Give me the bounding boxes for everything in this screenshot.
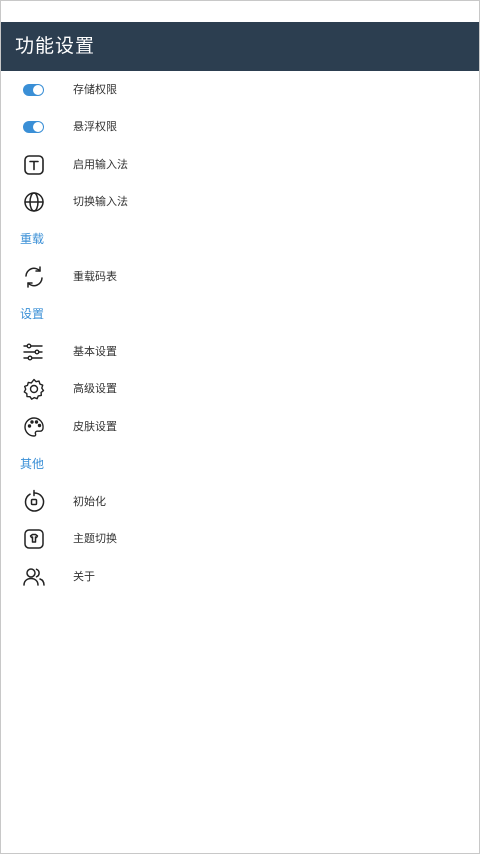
page-title: 功能设置 (15, 35, 96, 57)
users-icon (21, 564, 47, 590)
theme-switch-row[interactable]: 主题切换 (1, 520, 479, 557)
enable-ime-row[interactable]: 启用输入法 (1, 146, 479, 183)
app-bar: 功能设置 (1, 22, 479, 71)
skin-settings-row[interactable]: 皮肤设置 (1, 408, 479, 445)
shirt-icon (21, 526, 47, 552)
advanced-settings-row[interactable]: 高级设置 (1, 370, 479, 407)
reset-icon (21, 489, 47, 515)
basic-settings-label: 基本设置 (73, 345, 117, 358)
enable-ime-label: 启用输入法 (73, 158, 128, 171)
overlay-permission-row[interactable]: 悬浮权限 (1, 108, 479, 145)
other-section-header: 其他 (20, 457, 45, 471)
text-box-icon (21, 152, 47, 178)
storage-permission-toggle[interactable] (23, 84, 44, 96)
about-row[interactable]: 关于 (1, 558, 479, 595)
reload-section-header: 重载 (20, 232, 45, 246)
refresh-icon (21, 264, 47, 290)
reload-table-label: 重载码表 (73, 270, 117, 283)
switch-ime-row[interactable]: 切换输入法 (1, 183, 479, 220)
advanced-settings-label: 高级设置 (73, 382, 117, 395)
settings-section-header: 设置 (20, 307, 45, 321)
theme-switch-label: 主题切换 (73, 532, 117, 545)
toggle-knob (33, 85, 43, 95)
reload-table-row[interactable]: 重载码表 (1, 258, 479, 295)
overlay-permission-label: 悬浮权限 (73, 120, 117, 133)
gear-icon (21, 376, 47, 402)
init-label: 初始化 (73, 495, 106, 508)
palette-icon (21, 414, 47, 440)
storage-permission-row[interactable]: 存储权限 (1, 71, 479, 108)
globe-icon (21, 189, 47, 215)
basic-settings-row[interactable]: 基本设置 (1, 333, 479, 370)
storage-permission-label: 存储权限 (73, 83, 117, 96)
about-label: 关于 (73, 570, 95, 583)
sliders-icon (21, 339, 47, 365)
skin-settings-label: 皮肤设置 (73, 420, 117, 433)
overlay-permission-toggle[interactable] (23, 121, 44, 133)
switch-ime-label: 切换输入法 (73, 195, 128, 208)
toggle-knob (33, 122, 43, 132)
init-row[interactable]: 初始化 (1, 483, 479, 520)
